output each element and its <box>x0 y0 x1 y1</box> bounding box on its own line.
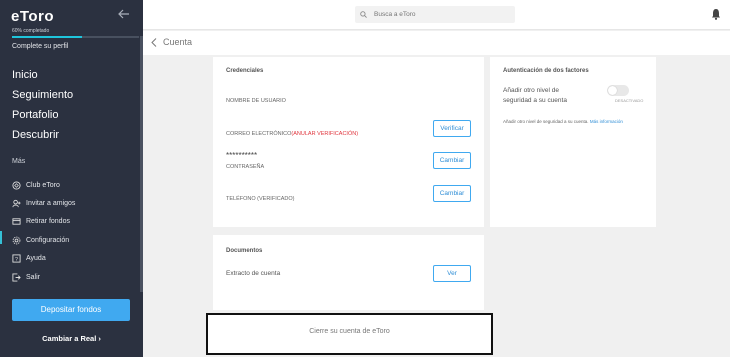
profile-progress-text: 60% completado <box>12 28 50 34</box>
etoro-logo[interactable]: eToro <box>11 8 54 25</box>
phone-label: TELÉFONO (VERIFICADO) <box>226 196 295 202</box>
email-label-text: CORREO ELECTRÓNICO <box>226 131 292 137</box>
deposit-funds-button[interactable]: Depositar fondos <box>12 299 130 321</box>
nav-item-inicio[interactable]: Inicio <box>12 67 73 87</box>
two-factor-toggle[interactable] <box>607 85 629 96</box>
search-icon <box>360 11 367 18</box>
profile-progress-bar <box>12 36 139 38</box>
search-box[interactable] <box>355 6 515 23</box>
nav-item-label: Salir <box>26 273 41 281</box>
more-info-link[interactable]: Más información <box>590 119 623 124</box>
documents-title: Documentos <box>226 248 263 254</box>
switch-to-real-link[interactable]: Cambiar a Real › <box>0 334 143 343</box>
nav-item-withdraw[interactable]: Retirar fondos <box>12 213 75 231</box>
two-factor-info-text: Añadir otro nivel de seguridad a su cuen… <box>503 119 589 124</box>
invite-icon <box>12 199 21 208</box>
nav-item-label: Configuración <box>26 236 70 244</box>
secondary-nav: Club eToro Invitar a amigos Retirar fond… <box>12 176 75 286</box>
complete-profile-link[interactable]: Complete su perfil <box>12 43 68 50</box>
nav-item-descubrir[interactable]: Descubrir <box>12 127 73 147</box>
page-header: Cuenta <box>143 31 730 55</box>
close-account-label[interactable]: Cierre su cuenta de eToro <box>208 328 491 335</box>
page-title: Cuenta <box>163 37 193 47</box>
verify-email-button[interactable]: Verificar <box>433 120 471 137</box>
view-statement-button[interactable]: Ver <box>433 265 471 282</box>
sidebar: eToro 60% completado Complete su perfil … <box>0 0 143 357</box>
profile-progress-fill <box>12 36 82 38</box>
back-button[interactable]: Cuenta <box>151 37 192 47</box>
club-icon <box>12 181 21 190</box>
two-factor-title: Autenticación de dos factores <box>503 68 589 74</box>
more-section-title: Más <box>12 158 26 165</box>
change-phone-button[interactable]: Cambiar <box>433 185 471 202</box>
nav-item-logout[interactable]: Salir <box>12 268 75 286</box>
two-factor-info: Añadir otro nivel de seguridad a su cuen… <box>503 119 623 124</box>
account-statement-label: Extracto de cuenta <box>226 270 281 277</box>
documents-card: Documentos Extracto de cuenta Ver <box>213 235 484 310</box>
collapse-sidebar-icon[interactable] <box>118 9 130 19</box>
help-icon: ? <box>12 254 21 263</box>
gear-icon <box>12 236 21 245</box>
chevron-left-icon <box>151 37 157 47</box>
withdraw-icon <box>12 218 21 226</box>
password-masked: ********** <box>226 151 258 160</box>
nav-item-settings[interactable]: Configuración <box>12 231 75 249</box>
main-nav: Inicio Seguimiento Portafolio Descubrir <box>12 67 73 147</box>
nav-item-portafolio[interactable]: Portafolio <box>12 107 73 127</box>
logout-icon <box>12 273 21 282</box>
nav-item-invite[interactable]: Invitar a amigos <box>12 194 75 212</box>
password-label: CONTRASEÑA <box>226 164 265 170</box>
nav-item-label: Club eToro <box>26 181 60 189</box>
sidebar-scrollbar[interactable] <box>140 36 143 292</box>
bell-icon[interactable] <box>711 8 721 20</box>
close-account-card[interactable]: Cierre su cuenta de eToro <box>206 313 493 355</box>
nav-item-label: Invitar a amigos <box>26 200 76 208</box>
nav-item-help[interactable]: ? Ayuda <box>12 250 75 268</box>
svg-text:?: ? <box>15 257 18 263</box>
credentials-card: Credenciales NOMBRE DE USUARIO CORREO EL… <box>213 57 484 227</box>
search-input[interactable] <box>374 11 504 18</box>
two-factor-status: DESACTIVADO <box>615 98 644 103</box>
change-password-button[interactable]: Cambiar <box>433 152 471 169</box>
nav-item-club[interactable]: Club eToro <box>12 176 75 194</box>
two-factor-description: Añadir otro nivel de seguridad a su cuen… <box>503 87 567 104</box>
username-label: NOMBRE DE USUARIO <box>226 98 286 104</box>
nav-item-label: Retirar fondos <box>26 218 70 226</box>
two-factor-card: Autenticación de dos factores Añadir otr… <box>490 57 656 227</box>
nav-item-seguimiento[interactable]: Seguimiento <box>12 87 73 107</box>
toggle-knob <box>608 86 617 95</box>
credentials-title: Credenciales <box>226 68 264 74</box>
top-bar <box>143 0 730 30</box>
email-label: CORREO ELECTRÓNICO(ANULAR VERIFICACIÓN) <box>226 131 358 137</box>
active-indicator <box>0 231 2 244</box>
nav-item-label: Ayuda <box>26 255 46 263</box>
email-verification-status[interactable]: (ANULAR VERIFICACIÓN) <box>291 131 358 137</box>
